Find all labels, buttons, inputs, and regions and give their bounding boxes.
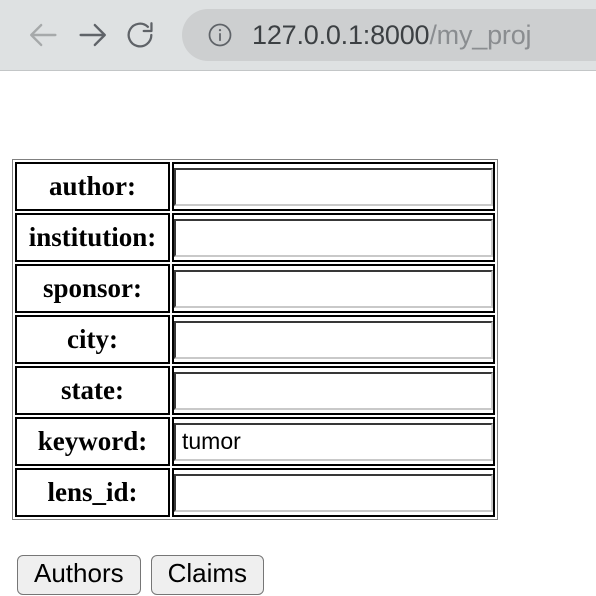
- input-cell-lens_id: [172, 468, 495, 517]
- back-button[interactable]: [20, 11, 68, 59]
- search-form-table: author: institution: sponsor: city: state: ke…: [12, 159, 498, 520]
- city-input[interactable]: [174, 320, 493, 359]
- state-input[interactable]: [174, 371, 493, 410]
- info-circle-icon[interactable]: [206, 21, 234, 49]
- url-text: 127.0.0.1:8000/my_proj: [252, 19, 532, 51]
- form-button-row: Authors Claims: [17, 555, 265, 595]
- label-city: city:: [15, 315, 170, 364]
- input-cell-institution: [172, 213, 495, 262]
- form-row: author:: [15, 162, 495, 211]
- sponsor-input[interactable]: [174, 269, 493, 308]
- browser-toolbar: 127.0.0.1:8000/my_proj: [0, 0, 596, 71]
- label-state: state:: [15, 366, 170, 415]
- label-lens_id: lens_id:: [15, 468, 170, 517]
- search-form-body: author: institution: sponsor: city: state: ke…: [15, 162, 495, 517]
- url-path: /my_proj: [429, 19, 532, 50]
- reload-icon: [124, 19, 156, 51]
- label-institution: institution:: [15, 213, 170, 262]
- arrow-left-icon: [27, 18, 61, 52]
- input-cell-sponsor: [172, 264, 495, 313]
- label-sponsor: sponsor:: [15, 264, 170, 313]
- form-row: state:: [15, 366, 495, 415]
- reload-button[interactable]: [116, 11, 164, 59]
- claims-button[interactable]: Claims: [150, 555, 265, 595]
- form-row: sponsor:: [15, 264, 495, 313]
- input-cell-author: [172, 162, 495, 211]
- form-row: lens_id:: [15, 468, 495, 517]
- authors-button[interactable]: Authors: [17, 555, 141, 595]
- keyword-input[interactable]: [174, 422, 493, 461]
- label-author: author:: [15, 162, 170, 211]
- input-cell-keyword: [172, 417, 495, 466]
- form-row: institution:: [15, 213, 495, 262]
- forward-button[interactable]: [68, 11, 116, 59]
- input-cell-city: [172, 315, 495, 364]
- institution-input[interactable]: [174, 218, 493, 257]
- input-cell-state: [172, 366, 495, 415]
- author-input[interactable]: [174, 167, 493, 206]
- label-keyword: keyword:: [15, 417, 170, 466]
- url-host: 127.0.0.1:8000: [252, 19, 430, 50]
- form-row: keyword:: [15, 417, 495, 466]
- address-bar[interactable]: 127.0.0.1:8000/my_proj: [182, 9, 596, 61]
- page-content: author: institution: sponsor: city: state: ke…: [0, 71, 596, 595]
- lens_id-input[interactable]: [174, 473, 493, 512]
- form-row: city:: [15, 315, 495, 364]
- arrow-right-icon: [75, 18, 109, 52]
